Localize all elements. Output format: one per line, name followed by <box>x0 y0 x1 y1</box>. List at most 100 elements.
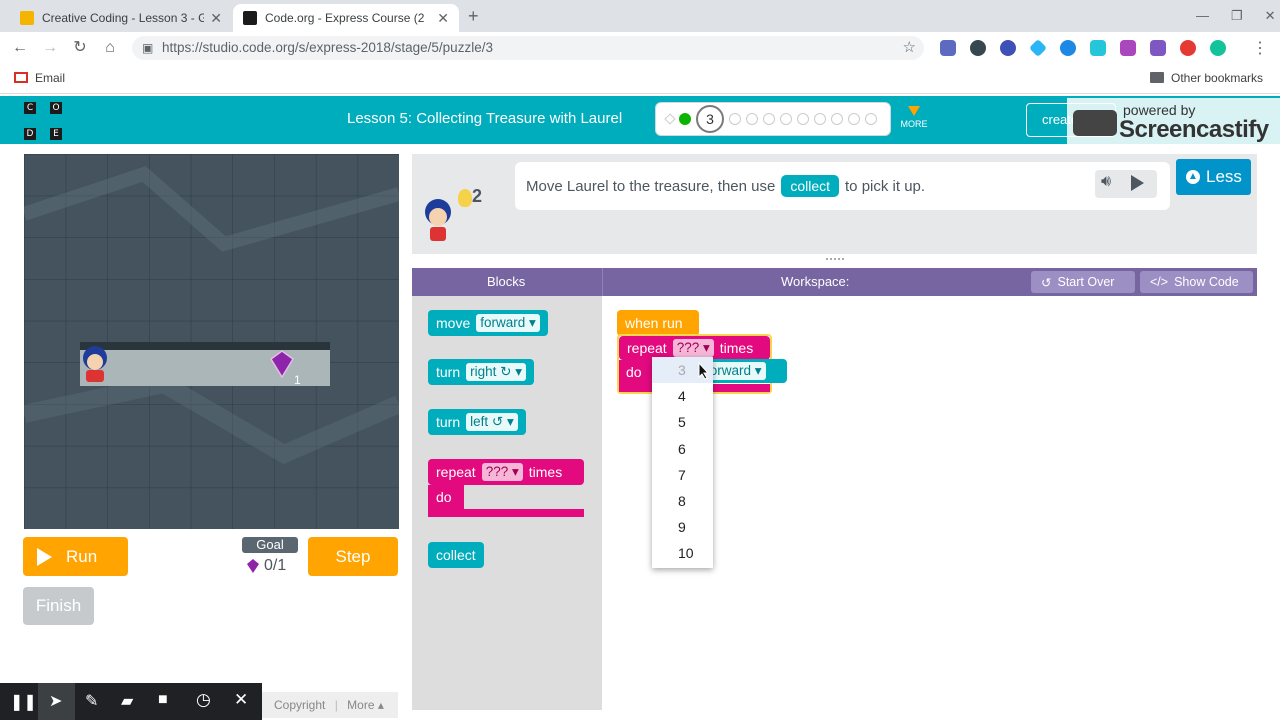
palette-turn-right-block[interactable]: turn right ↻ ▾ <box>428 359 534 385</box>
undo-icon: ↺ <box>1041 275 1052 290</box>
start-over-button[interactable]: ↺ Start Over <box>1031 271 1135 293</box>
direction-dropdown[interactable]: forward ▾ <box>476 314 540 332</box>
run-button[interactable]: Run <box>23 537 128 576</box>
camera-icon[interactable]: ■ <box>158 691 168 709</box>
menu-option-5[interactable]: 5 <box>652 409 713 435</box>
turn-dropdown[interactable]: right ↻ ▾ <box>466 363 526 381</box>
code-org-logo[interactable]: C O D E <box>24 102 64 140</box>
progress-dot[interactable] <box>865 113 877 125</box>
when-run-block[interactable]: when run <box>617 310 699 336</box>
less-button[interactable]: ▲ Less <box>1176 159 1251 195</box>
more-button[interactable]: MORE <box>898 106 930 129</box>
minimize-icon[interactable]: — <box>1196 8 1209 24</box>
palette-repeat-block[interactable]: repeat ??? ▾ times do <box>428 459 584 519</box>
finish-button[interactable]: Finish <box>23 587 94 625</box>
repeat-count-dropdown[interactable]: ??? ▾ <box>481 463 523 481</box>
bookmarks-bar: Email Other bookmarks <box>0 64 1280 94</box>
lesson-title[interactable]: Lesson 5: Collecting Treasure with Laure… <box>347 110 622 127</box>
laurel-avatar <box>425 199 451 241</box>
progress-dot[interactable] <box>780 113 792 125</box>
bookmark-star-icon[interactable]: ☆ <box>903 36 916 60</box>
resize-handle[interactable] <box>826 258 844 262</box>
menu-option-8[interactable]: 8 <box>652 488 713 514</box>
progress-dot[interactable] <box>848 113 860 125</box>
palette-turn-left-block[interactable]: turn left ↺ ▾ <box>428 409 526 435</box>
menu-option-7[interactable]: 7 <box>652 462 713 488</box>
eraser-icon[interactable]: ▰ <box>121 691 133 711</box>
turn-dropdown[interactable]: left ↺ ▾ <box>466 413 518 431</box>
block-label: times <box>528 464 563 480</box>
menu-option-4[interactable]: 4 <box>652 383 713 409</box>
pointer-icon[interactable]: ➤ <box>49 691 62 711</box>
progress-dot[interactable] <box>746 113 758 125</box>
footer-more-link[interactable]: More ▴ <box>347 698 384 712</box>
shield-extension-icon[interactable] <box>970 40 986 56</box>
palette-move-forward-block[interactable]: move forward ▾ <box>428 310 548 336</box>
progress-dot[interactable] <box>763 113 775 125</box>
gem-icon <box>247 559 259 573</box>
pen-icon[interactable]: ✎ <box>85 691 98 711</box>
drive-extension-icon[interactable] <box>1090 40 1106 56</box>
goal-indicator: Goal 0/1 <box>242 537 298 575</box>
bookmark-email[interactable]: Email <box>35 71 65 85</box>
address-bar[interactable]: ▣ https://studio.code.org/s/express-2018… <box>132 36 924 60</box>
close-tab-icon[interactable]: ✕ <box>437 10 449 27</box>
menu-option-9[interactable]: 9 <box>652 514 713 540</box>
workspace-title: Workspace: <box>781 274 850 289</box>
pause-icon[interactable]: ❚❚ <box>10 692 37 712</box>
bookmark-other[interactable]: Other bookmarks <box>1171 71 1263 85</box>
hint-count: 2 <box>472 186 483 206</box>
dropdown-value: forward <box>480 315 526 330</box>
step-button[interactable]: Step <box>308 537 398 576</box>
menu-option-6[interactable]: 6 <box>652 436 713 462</box>
progress-dot-completed[interactable] <box>679 113 691 125</box>
speaker-icon[interactable]: 🔊︎ <box>1101 173 1111 191</box>
new-tab-icon[interactable]: + <box>468 6 479 27</box>
dropdown-value: left ↺ <box>470 414 504 429</box>
header-divider <box>602 268 603 296</box>
maximize-icon[interactable]: ❐ <box>1231 8 1243 24</box>
reload-icon[interactable]: ↻ <box>70 38 90 58</box>
menu-option-10[interactable]: 10 <box>652 540 713 566</box>
k-extension-icon[interactable] <box>1000 40 1016 56</box>
slides-favicon-icon <box>20 11 34 25</box>
progress-dot[interactable] <box>814 113 826 125</box>
v-extension-icon[interactable] <box>1060 40 1076 56</box>
progress-dot-unplugged[interactable] <box>664 113 676 125</box>
logo-gap <box>37 115 49 127</box>
copyright-link[interactable]: Copyright <box>274 698 325 712</box>
progress-dot-current[interactable]: 3 <box>696 105 724 133</box>
code-icon: </> <box>1150 275 1169 289</box>
script-repeat-count-dropdown[interactable]: ??? ▾ <box>672 339 714 357</box>
tw-extension-icon[interactable] <box>1150 40 1166 56</box>
chrome-menu-icon[interactable]: ⋮ <box>1252 38 1268 58</box>
browser-tab-creative-coding[interactable]: Creative Coding - Lesson 3 - Goo ✕ <box>10 4 232 32</box>
progress-dot[interactable] <box>729 113 741 125</box>
back-icon[interactable]: ← <box>10 38 30 58</box>
folder-icon <box>1150 72 1164 83</box>
record-extension-icon[interactable] <box>1180 40 1196 56</box>
screencastify-logo-icon <box>1073 110 1117 136</box>
hint-lightbulb[interactable]: 2 <box>458 186 482 207</box>
url-path: /s/express-2018/stage/5/puzzle/3 <box>294 40 493 55</box>
logo-gap <box>37 102 49 114</box>
progress-dot[interactable] <box>797 113 809 125</box>
home-icon[interactable]: ⌂ <box>100 38 120 58</box>
laurel-character <box>83 346 107 382</box>
palette-collect-block[interactable]: collect <box>428 542 484 568</box>
play-audio-icon[interactable] <box>1131 175 1144 191</box>
pdf-extension-icon[interactable] <box>940 40 956 56</box>
more-label: MORE <box>900 119 928 129</box>
browser-tab-code-org[interactable]: Code.org - Express Course (2 ✕ <box>233 4 459 32</box>
window-close-icon[interactable]: ✕ <box>1265 8 1276 24</box>
show-code-button[interactable]: </> Show Code <box>1140 271 1253 293</box>
close-toolbar-icon[interactable]: ✕ <box>234 690 248 710</box>
close-tab-icon[interactable]: ✕ <box>210 10 222 27</box>
puzzle-extension-icon[interactable] <box>1120 40 1136 56</box>
audio-controls: 🔊︎ <box>1095 170 1157 198</box>
grammarly-extension-icon[interactable] <box>1210 40 1226 56</box>
progress-dot[interactable] <box>831 113 843 125</box>
timer-icon[interactable]: ◷ <box>196 690 211 710</box>
forward-icon[interactable]: → <box>40 38 60 58</box>
script-do-label: do <box>619 360 655 386</box>
